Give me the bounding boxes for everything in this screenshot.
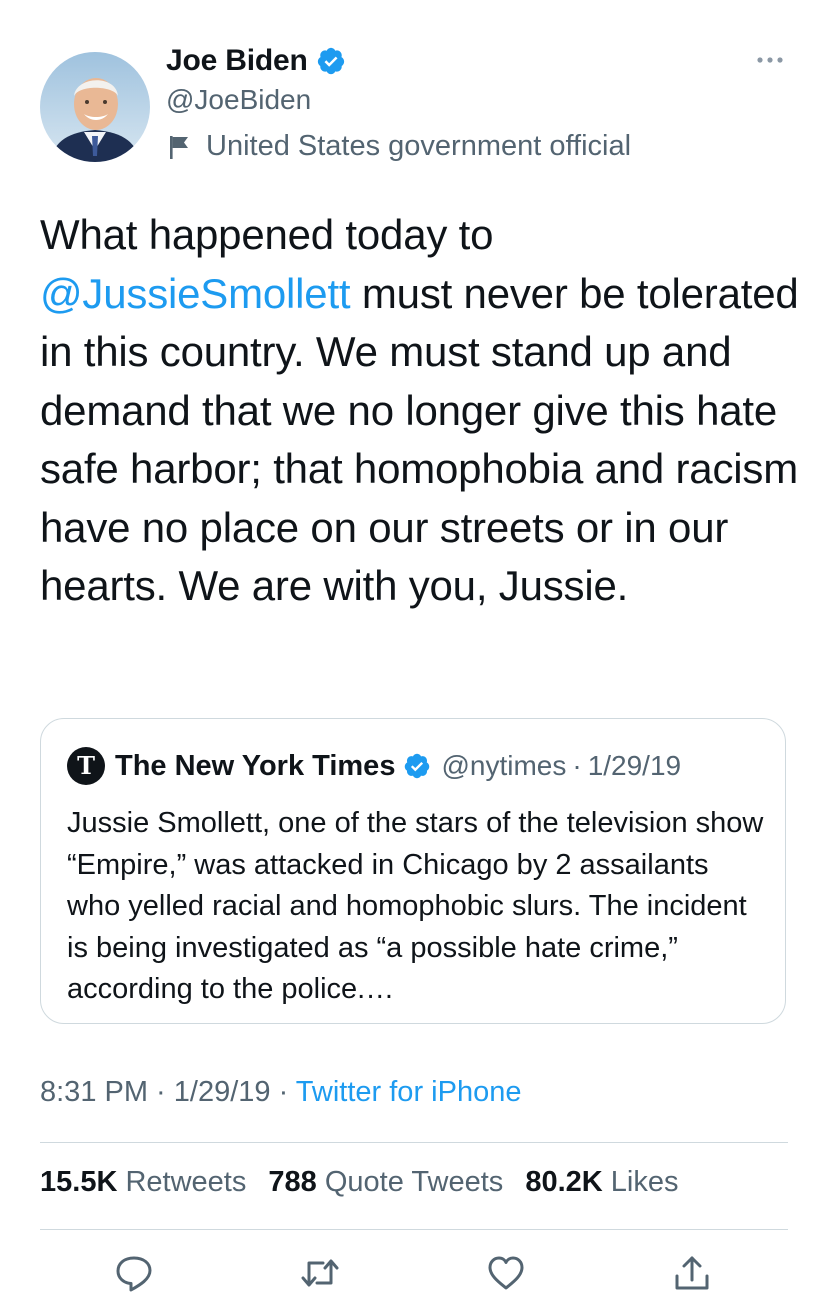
mention-link[interactable]: @JussieSmollett xyxy=(40,270,351,317)
more-icon[interactable] xyxy=(752,50,788,70)
quote-tweets-label: Quote Tweets xyxy=(324,1166,504,1198)
tweet-meta: 8:31 PM · 1/29/19 · Twitter for iPhone xyxy=(40,1076,521,1109)
flag-icon xyxy=(170,135,188,159)
quoted-tweet[interactable]: T The New York Times @nytimes · 1/29/19 … xyxy=(40,718,786,1024)
share-icon[interactable] xyxy=(672,1254,712,1292)
quoted-date: 1/29/19 xyxy=(587,750,682,781)
tweet-text-before: What happened today to xyxy=(40,211,494,258)
quoted-tweet-text: Jussie Smollett, one of the stars of the… xyxy=(67,807,764,1005)
retweets-count: 15.5K xyxy=(40,1166,118,1198)
retweet-icon[interactable] xyxy=(300,1254,340,1292)
quoted-separator: · xyxy=(572,750,582,781)
government-label-text: United States government official xyxy=(206,130,632,162)
quote-tweets-stat[interactable]: 788 Quote Tweets xyxy=(268,1166,503,1198)
tweet-text: What happened today to @JussieSmollett m… xyxy=(40,206,800,616)
divider xyxy=(40,1142,788,1143)
action-bar xyxy=(0,1254,828,1292)
reply-icon[interactable] xyxy=(114,1254,154,1292)
likes-label: Likes xyxy=(610,1166,679,1198)
meta-separator: · xyxy=(270,1076,296,1108)
avatar[interactable] xyxy=(40,52,150,162)
tweet-date[interactable]: 1/29/19 xyxy=(174,1076,271,1108)
tweet-source[interactable]: Twitter for iPhone xyxy=(296,1076,522,1108)
author-name[interactable]: Joe Biden xyxy=(166,44,308,78)
likes-stat[interactable]: 80.2K Likes xyxy=(525,1166,678,1198)
retweets-stat[interactable]: 15.5K Retweets xyxy=(40,1166,246,1198)
retweets-label: Retweets xyxy=(125,1166,247,1198)
meta-separator: · xyxy=(148,1076,174,1108)
government-label[interactable]: United States government official xyxy=(168,130,631,163)
tweet-text-after: must never be tolerated in this country.… xyxy=(40,269,799,610)
verified-badge-icon xyxy=(405,753,430,779)
quoted-tweet-header: T The New York Times @nytimes · 1/29/19 xyxy=(67,747,681,785)
quote-tweets-count: 788 xyxy=(268,1166,317,1198)
author-name-row: Joe Biden xyxy=(166,44,346,78)
tweet-stats: 15.5K Retweets 788 Quote Tweets 80.2K Li… xyxy=(40,1166,692,1199)
likes-count: 80.2K xyxy=(525,1166,603,1198)
divider xyxy=(40,1229,788,1230)
svg-text:T: T xyxy=(77,751,95,780)
nyt-logo-icon: T xyxy=(67,747,105,785)
tweet: Joe Biden @JoeBiden United States govern… xyxy=(0,0,828,1292)
quoted-author-name: The New York Times xyxy=(115,749,396,782)
verified-badge-icon xyxy=(317,47,344,75)
avatar-image xyxy=(40,52,150,162)
tweet-time[interactable]: 8:31 PM xyxy=(40,1076,148,1108)
author-handle[interactable]: @JoeBiden xyxy=(166,84,311,116)
quoted-author-handle: @nytimes xyxy=(441,750,567,781)
like-icon[interactable] xyxy=(486,1254,526,1292)
